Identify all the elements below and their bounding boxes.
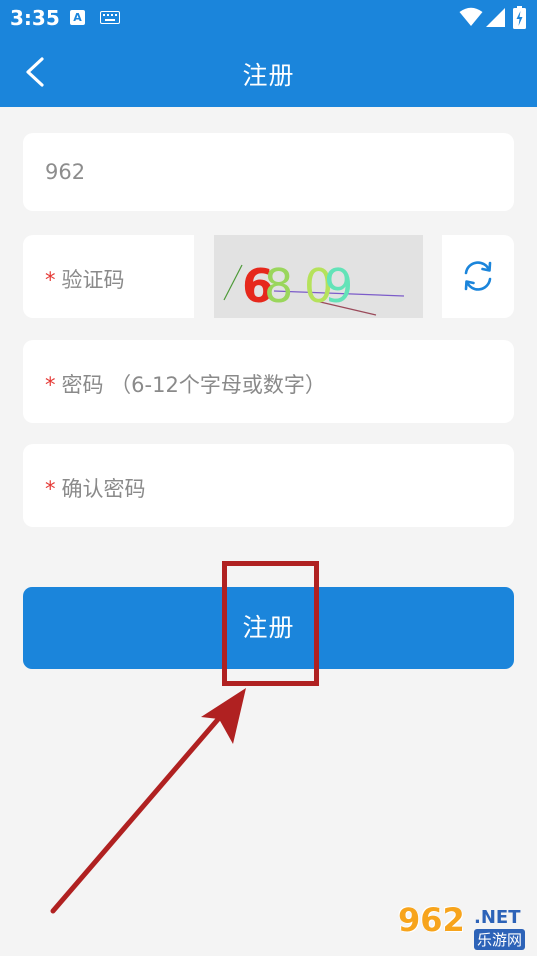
captcha-placeholder-wrap: * 验证码 (45, 264, 125, 294)
watermark-logo: 962 .NET 乐游网 (396, 901, 531, 951)
captcha-refresh-button[interactable] (442, 235, 514, 318)
captcha-input[interactable]: * 验证码 (23, 235, 194, 318)
confirm-placeholder: 确认密码 (61, 477, 146, 501)
password-placeholder-wrap: * 密码 （6-12个字母或数字） (45, 369, 326, 399)
page-title: 注册 (242, 61, 295, 90)
password-placeholder: 密码 （6-12个字母或数字） (61, 373, 326, 397)
captcha-image[interactable]: 6 8 0 9 (214, 235, 423, 318)
required-mark: * (45, 477, 56, 501)
register-button[interactable]: 注册 (23, 587, 514, 669)
captcha-char-1: 8 (264, 259, 293, 313)
required-mark: * (45, 373, 56, 397)
status-time: 3:35 (10, 6, 60, 30)
captcha-placeholder: 验证码 (61, 268, 125, 292)
keyboard-icon (100, 11, 120, 24)
signal-icon (486, 8, 505, 27)
watermark-cn: 乐游网 (474, 929, 526, 950)
captcha-char-3: 9 (324, 259, 353, 313)
watermark-number: 962 (398, 901, 465, 939)
status-bar: 3:35 A (0, 0, 537, 36)
refresh-icon (464, 261, 492, 291)
password-input[interactable]: * 密码 （6-12个字母或数字） (23, 340, 514, 423)
confirm-password-input[interactable]: * 确认密码 (23, 444, 514, 527)
battery-charging-icon (513, 6, 526, 29)
watermark-domain: .NET (474, 907, 521, 928)
notification-a-icon: A (70, 10, 85, 25)
phone-input[interactable]: 962 (23, 133, 514, 211)
confirm-placeholder-wrap: * 确认密码 (45, 473, 146, 503)
wifi-icon (459, 7, 483, 26)
required-mark: * (45, 268, 56, 292)
phone-value: 962 (45, 160, 86, 184)
title-bar: 注册 (0, 36, 537, 107)
